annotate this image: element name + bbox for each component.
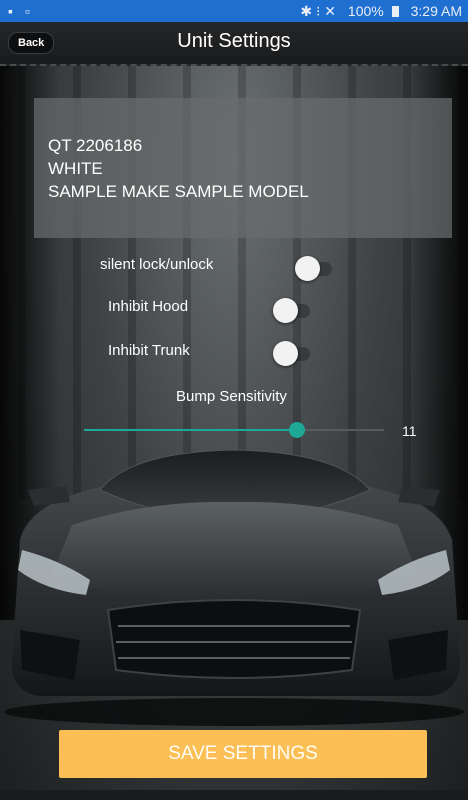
vehicle-id: QT 2206186 bbox=[48, 136, 143, 155]
vehicle-color: WHITE bbox=[48, 159, 103, 178]
inhibit-hood-toggle[interactable] bbox=[273, 298, 298, 323]
bottom-edge bbox=[0, 790, 468, 800]
silent-lock-label: silent lock/unlock bbox=[100, 256, 214, 273]
signal-icons: ✱ ⁝ ✕ bbox=[300, 3, 337, 19]
battery-level: 100% bbox=[347, 3, 384, 19]
vehicle-make-model: SAMPLE MAKE SAMPLE MODEL bbox=[48, 182, 309, 201]
bump-sensitivity-label: Bump Sensitivity bbox=[176, 388, 287, 405]
inhibit-hood-label: Inhibit Hood bbox=[108, 298, 189, 315]
app-screen: ▪ ▫ ✱ ⁝ ✕ 100% 3:29 AM Back Unit Setting… bbox=[0, 0, 468, 800]
car-illustration bbox=[4, 449, 464, 726]
notification-icons: ▪ ▫ bbox=[8, 3, 34, 19]
clock-time: 3:29 AM bbox=[410, 3, 462, 19]
inhibit-trunk-toggle[interactable] bbox=[273, 341, 298, 366]
car-image bbox=[0, 430, 468, 730]
app-header: Back Unit Settings bbox=[0, 22, 468, 66]
vehicle-info-card: QT 2206186 WHITE SAMPLE MAKE SAMPLE MODE… bbox=[34, 98, 452, 238]
battery-icon bbox=[391, 6, 399, 17]
page-title: Unit Settings bbox=[177, 30, 291, 52]
status-indicators: ✱ ⁝ ✕ 100% 3:29 AM bbox=[292, 3, 462, 20]
silent-lock-toggle[interactable] bbox=[295, 256, 320, 281]
save-settings-button[interactable]: SAVE SETTINGS bbox=[59, 730, 427, 778]
inhibit-trunk-label: Inhibit Trunk bbox=[108, 342, 190, 359]
status-bar: ▪ ▫ ✱ ⁝ ✕ 100% 3:29 AM bbox=[0, 0, 468, 22]
